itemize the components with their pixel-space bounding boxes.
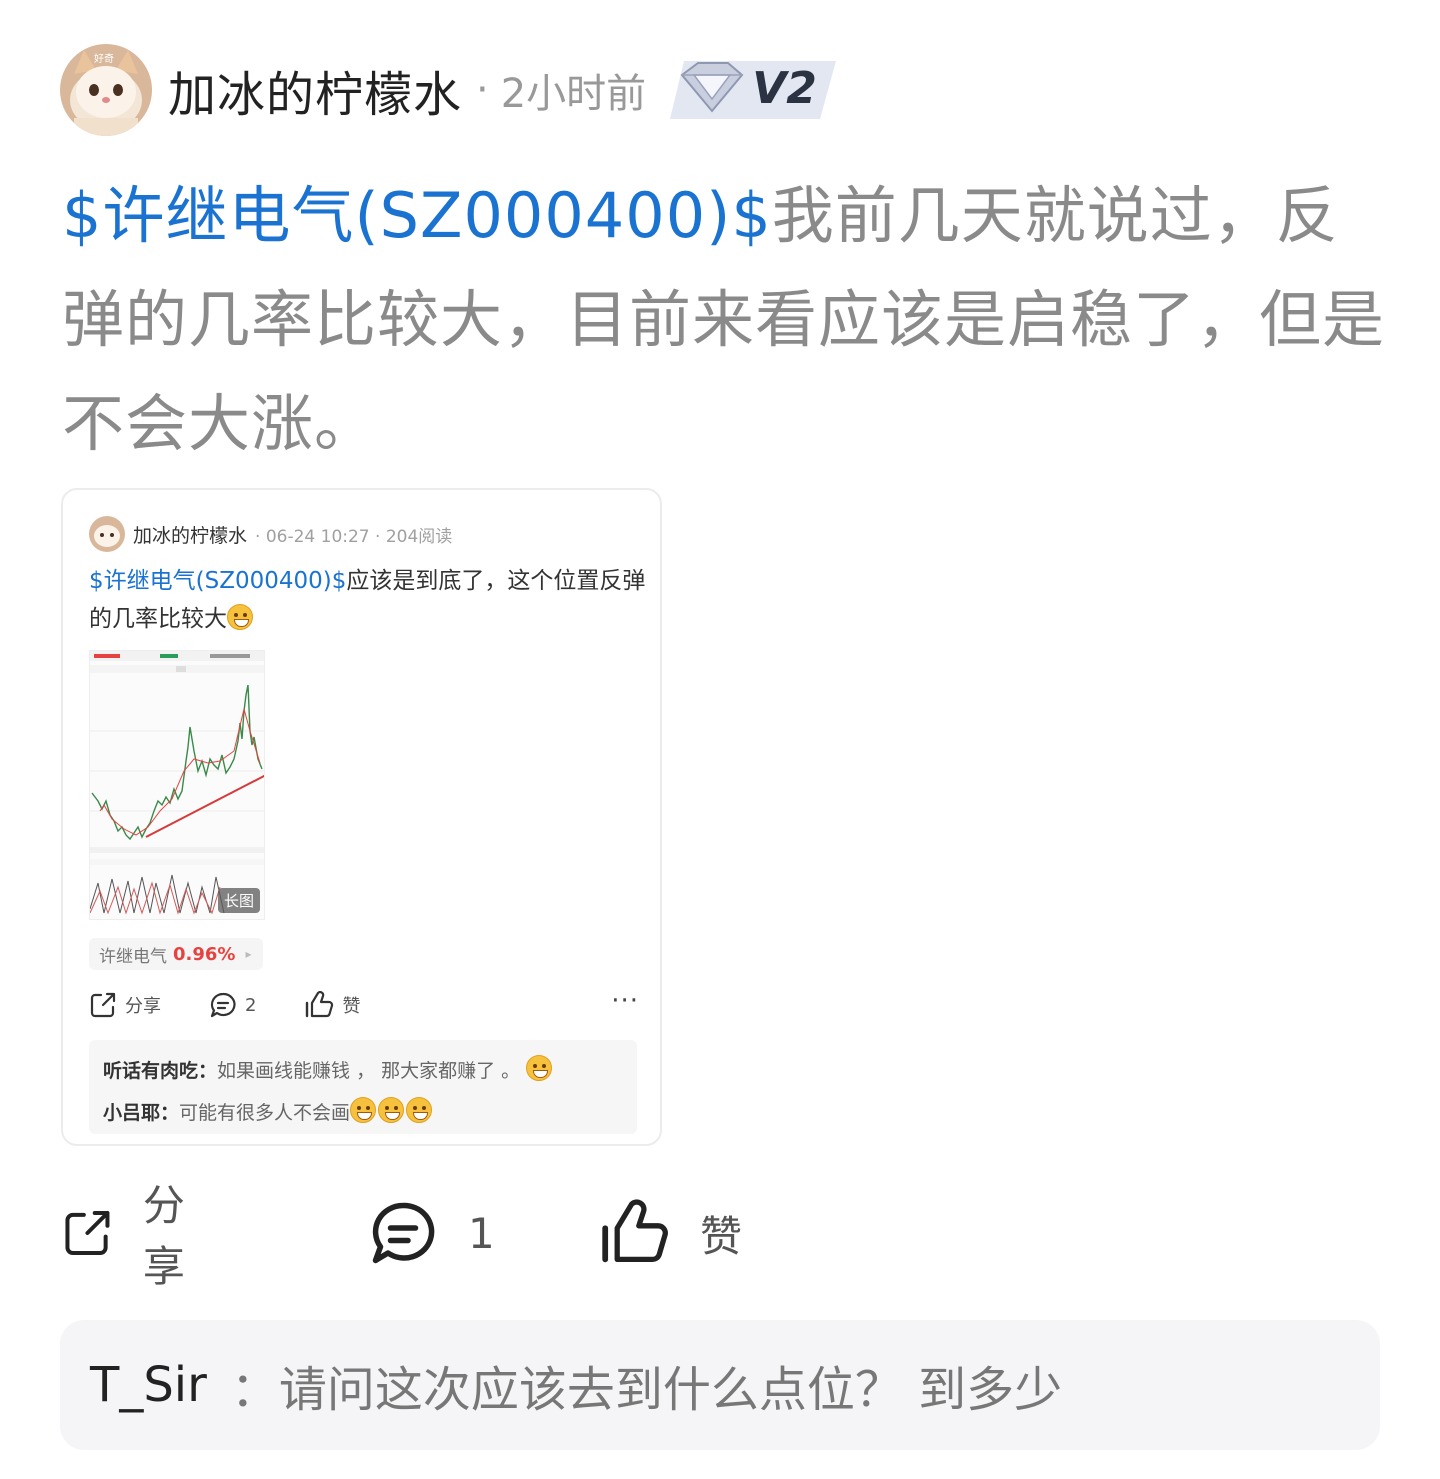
grin-emoji-icon xyxy=(350,1097,377,1123)
grin-emoji-icon xyxy=(526,1055,553,1081)
avatar-label: 好奇 xyxy=(94,52,114,65)
share-icon xyxy=(65,1211,110,1255)
more-options-icon[interactable]: ··· xyxy=(611,988,639,1014)
chart-screenshot-thumbnail[interactable]: 长图 xyxy=(89,650,265,920)
post-time: 2小时前 xyxy=(500,71,647,117)
like-label: 赞 xyxy=(700,1211,743,1261)
separator-dot: · xyxy=(476,67,489,113)
comment-preview-row: 小吕耶：可能有很多人不会画 xyxy=(103,1092,623,1134)
comment-text: 可能有很多人不会画 xyxy=(179,1102,351,1124)
author-name[interactable]: 加冰的柠檬水 xyxy=(168,55,462,125)
comment-text: 如果画线能赚钱 ， 那大家都赚了 。 xyxy=(217,1060,521,1082)
quoted-post-meta: · 06-24 10:27 · 204阅读 xyxy=(255,526,453,547)
quoted-like-label: 赞 xyxy=(342,996,361,1017)
quoted-post-content: $许继电气(SZ000400)$应该是到底了，这个位置反弹的几率比较大 xyxy=(89,562,649,638)
comment-text: 请问这次应该去到什么点位？ 到多少 xyxy=(278,1362,1063,1418)
stock-tag-link[interactable]: $许继电气(SZ000400)$ xyxy=(62,179,772,252)
quoted-stock-tag-link[interactable]: $许继电气(SZ000400)$ xyxy=(89,568,346,594)
comment-icon xyxy=(210,992,236,1018)
grin-emoji-icon xyxy=(378,1097,405,1123)
share-label: 分享 xyxy=(142,1181,185,1291)
share-button[interactable]: 分享 xyxy=(62,1181,204,1291)
quoted-comment-button[interactable]: 2 xyxy=(209,991,256,1019)
comment-separator: ： xyxy=(230,1362,279,1418)
quoted-author-name[interactable]: 加冰的柠檬水 xyxy=(133,521,247,548)
comment-preview[interactable]: T_Sir ： 请问这次应该去到什么点位？ 到多少 xyxy=(60,1320,1380,1450)
quoted-post-header: 加冰的柠檬水 · 06-24 10:27 · 204阅读 xyxy=(89,514,452,554)
thumbs-up-icon xyxy=(602,1199,668,1263)
grin-emoji-icon xyxy=(227,604,253,630)
quoted-like-button[interactable]: 赞 xyxy=(304,991,360,1019)
post-content: $许继电气(SZ000400)$我前几天就说过，反弹的几率比较大，目前来看应该是… xyxy=(62,164,1392,476)
quoted-comment-count: 2 xyxy=(245,994,257,1016)
author-avatar[interactable]: 好奇 xyxy=(60,44,152,136)
share-icon xyxy=(90,992,116,1018)
long-image-tag: 长图 xyxy=(217,888,260,913)
quoted-post-card[interactable]: 加冰的柠檬水 · 06-24 10:27 · 204阅读 $许继电气(SZ000… xyxy=(61,488,662,1146)
stock-quote-chip[interactable]: 许继电气 0.96% ▸ xyxy=(89,938,264,970)
comment-preview-row: 听话有肉吃：如果画线能赚钱 ， 那大家都赚了 。 xyxy=(103,1050,623,1092)
comment-button[interactable]: 1 xyxy=(368,1196,495,1270)
quoted-comment-preview[interactable]: 听话有肉吃：如果画线能赚钱 ， 那大家都赚了 。 小吕耶：可能有很多人不会画 xyxy=(89,1040,637,1134)
quoted-author-avatar[interactable] xyxy=(89,516,125,552)
stock-chip-change: 0.96% xyxy=(173,943,236,965)
like-button[interactable]: 赞 xyxy=(598,1196,742,1270)
post-header: 好奇 加冰的柠檬水 · 2小时前 V2 xyxy=(60,44,840,136)
comment-count: 1 xyxy=(468,1208,495,1258)
thumbs-up-icon xyxy=(306,991,334,1018)
comment-user[interactable]: 小吕耶 xyxy=(103,1102,160,1124)
quoted-share-label: 分享 xyxy=(125,996,161,1017)
quoted-share-button[interactable]: 分享 xyxy=(89,991,161,1019)
level-badge-label: V2 xyxy=(752,63,817,114)
quoted-post-actions: 分享 2 赞 ··· xyxy=(89,988,639,1022)
grin-emoji-icon xyxy=(406,1097,433,1123)
stock-chip-name: 许继电气 xyxy=(99,946,167,967)
chevron-right-icon: ▸ xyxy=(245,947,252,961)
candlestick-chart-image xyxy=(90,651,264,919)
level-badge[interactable]: V2 xyxy=(670,55,840,125)
commenter-name[interactable]: T_Sir xyxy=(90,1357,207,1413)
comment-icon xyxy=(372,1202,435,1264)
comment-user[interactable]: 听话有肉吃 xyxy=(103,1060,198,1082)
